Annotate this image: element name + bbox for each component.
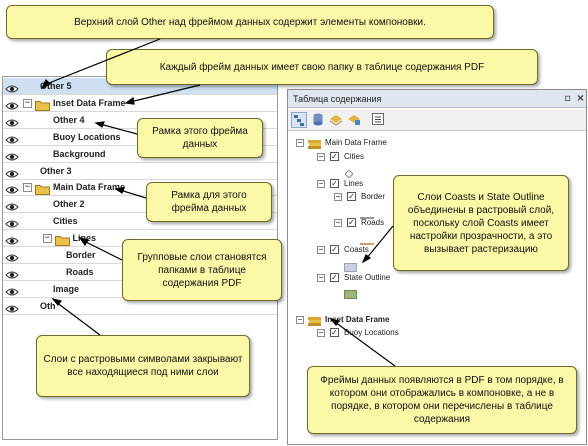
eye-icon[interactable]: [5, 233, 19, 245]
toc-item-border[interactable]: Border: [361, 191, 385, 202]
coasts-expander[interactable]: −: [317, 246, 325, 254]
border-expander[interactable]: −: [334, 193, 342, 201]
eye-icon[interactable]: [5, 115, 19, 127]
callout-groups: Групповые слои становятся папками в табл…: [122, 239, 282, 301]
list-by-selection-icon[interactable]: [347, 112, 363, 128]
eye-icon[interactable]: [5, 98, 19, 110]
polygon-symbol-icon: [344, 286, 357, 304]
toc-title: Таблица содержания: [293, 94, 382, 104]
pdf-layer-label: Other 5: [40, 81, 72, 91]
eye-icon[interactable]: [5, 81, 19, 93]
eye-icon[interactable]: [5, 166, 19, 177]
toc-item-buoy-locations[interactable]: Buoy Locations: [344, 327, 399, 338]
state-checkbox[interactable]: ✓: [330, 273, 339, 282]
toc-item-coasts[interactable]: Coasts: [344, 244, 369, 255]
toc-item-inset-data-frame[interactable]: Inset Data Frame: [325, 314, 389, 325]
callout-frame-2: Рамка для этого фрейма данных: [146, 182, 272, 222]
collapse-icon[interactable]: −: [23, 98, 32, 108]
main-df-expander[interactable]: −: [296, 139, 304, 147]
pdf-layer-label: Image: [53, 283, 80, 294]
eye-icon[interactable]: [5, 216, 19, 228]
options-icon[interactable]: [371, 112, 387, 128]
lines-checkbox[interactable]: ✓: [330, 179, 339, 188]
close-icon[interactable]: ×: [575, 93, 586, 104]
toc-item-lines[interactable]: Lines: [344, 178, 363, 189]
eye-icon[interactable]: [5, 301, 19, 313]
folder-icon: [54, 233, 70, 247]
pdf-layer-label: Other 3: [40, 165, 72, 176]
pdf-layer-label: Inset Data Frame: [53, 97, 126, 108]
callout-top-layer: Верхний слой Other над фреймом данных со…: [6, 5, 494, 39]
collapse-icon[interactable]: −: [42, 234, 52, 244]
pdf-layer-label: Other 4: [53, 114, 85, 125]
eye-icon[interactable]: [5, 199, 19, 211]
roads-checkbox[interactable]: ✓: [347, 218, 356, 227]
buoy-expander[interactable]: −: [317, 329, 325, 337]
toc-titlebar: Таблица содержания ▫ ×: [288, 90, 586, 108]
pdf-layer-label: Buoy Locations: [53, 131, 121, 142]
pdf-layer-label: Background: [53, 148, 106, 159]
lines-expander[interactable]: −: [317, 180, 325, 188]
list-by-source-icon[interactable]: [311, 112, 327, 128]
cities-checkbox[interactable]: ✓: [330, 152, 339, 161]
list-by-drawing-order-icon[interactable]: [291, 112, 307, 128]
pdf-layer-label: Oth: [40, 300, 56, 311]
folder-icon: [35, 98, 50, 111]
pdf-layer-row[interactable]: Other 3: [3, 163, 277, 180]
toc-item-state-outline[interactable]: State Outline: [344, 272, 390, 283]
list-by-visibility-icon[interactable]: [329, 112, 345, 128]
pdf-layer-label: Main Data Frame: [53, 182, 126, 193]
pdf-layer-label: Other 2: [53, 199, 85, 210]
collapse-icon[interactable]: −: [23, 183, 32, 193]
callout-order: Фреймы данных появляются в PDF в том пор…: [307, 366, 577, 434]
toc-toolbar: [288, 109, 586, 131]
eye-icon[interactable]: [5, 267, 19, 279]
inset-df-expander[interactable]: −: [296, 316, 304, 324]
border-checkbox[interactable]: ✓: [347, 192, 356, 201]
pdf-layer-label: Cities: [53, 216, 78, 227]
callout-raster-symbols: Слои с растровыми символами закрывают вс…: [36, 335, 250, 397]
coasts-checkbox[interactable]: ✓: [330, 245, 339, 254]
roads-expander[interactable]: −: [334, 219, 342, 227]
eye-icon[interactable]: [5, 182, 19, 194]
eye-icon[interactable]: [5, 132, 19, 144]
eye-icon[interactable]: [5, 149, 19, 161]
cities-expander[interactable]: −: [317, 153, 325, 161]
eye-icon[interactable]: [5, 250, 19, 262]
pin-icon[interactable]: ▫: [562, 93, 573, 104]
pdf-layer-label: Border: [66, 250, 96, 260]
eye-icon[interactable]: [5, 284, 19, 296]
pdf-layer-label: Lines: [72, 233, 97, 244]
callout-folder: Каждый фрейм данных имеет свою папку в т…: [106, 49, 538, 85]
toc-item-main-data-frame[interactable]: Main Data Frame: [325, 137, 387, 148]
callout-frame-1: Рамка этого фрейма данных: [137, 118, 263, 158]
toc-item-roads[interactable]: Roads: [361, 217, 384, 228]
pdf-layer-label: Roads: [66, 266, 94, 277]
toc-item-cities[interactable]: Cities: [344, 151, 364, 162]
folder-icon: [35, 182, 50, 196]
pdf-layer-row[interactable]: − Inset Data Frame: [3, 95, 277, 112]
callout-coasts: Слои Coasts и State Outline объединены в…: [393, 175, 569, 271]
buoy-checkbox[interactable]: ✓: [330, 328, 339, 337]
state-expander[interactable]: −: [317, 274, 325, 282]
